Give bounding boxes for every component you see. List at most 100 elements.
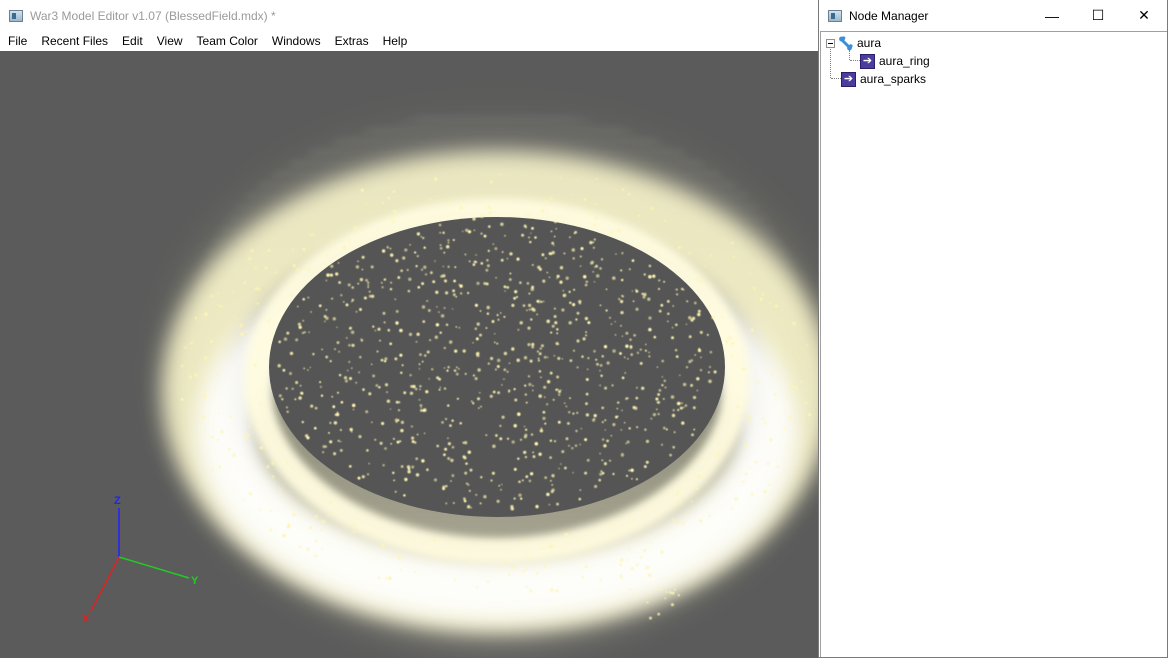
spark-particle — [454, 266, 457, 269]
spark-particle — [336, 326, 338, 329]
spark-particle — [647, 297, 651, 301]
spark-particle — [259, 446, 264, 450]
spark-particle — [368, 462, 370, 465]
menu-recent-files[interactable]: Recent Files — [34, 31, 115, 51]
spark-particle — [406, 268, 409, 272]
tree-item-label: aura — [857, 36, 882, 50]
node-manager-titlebar[interactable]: Node Manager — ☐ ✕ — [819, 0, 1167, 31]
spark-particle — [519, 321, 523, 325]
spark-particle — [379, 339, 381, 342]
spark-particle — [538, 352, 542, 356]
z-axis-label: Z — [114, 495, 121, 507]
spark-particle — [593, 413, 597, 418]
menu-help[interactable]: Help — [376, 31, 415, 51]
spark-particle — [494, 333, 496, 335]
spark-particle — [329, 501, 333, 505]
spark-particle — [310, 311, 312, 313]
maximize-button[interactable]: ☐ — [1075, 0, 1121, 31]
spark-particle — [652, 412, 657, 417]
spark-particle — [503, 285, 507, 289]
spark-particle — [306, 547, 310, 551]
spark-particle — [657, 393, 661, 396]
spark-particle — [522, 570, 525, 573]
spark-particle — [477, 368, 481, 372]
app-icon — [9, 9, 23, 22]
spark-particle — [399, 440, 402, 443]
spark-particle — [632, 593, 635, 596]
spark-particle — [501, 384, 503, 386]
node-tree[interactable]: aura ➔ aura_ring ➔ aura_sparks — [820, 31, 1167, 657]
spark-particle — [661, 376, 664, 378]
spark-particle — [475, 337, 479, 341]
spark-particle — [351, 298, 355, 302]
spark-particle — [562, 290, 565, 292]
spark-particle — [513, 424, 517, 428]
main-titlebar[interactable]: War3 Model Editor v1.07 (BlessedField.md… — [0, 0, 818, 31]
menu-edit[interactable]: Edit — [115, 31, 150, 51]
spark-particle — [532, 455, 536, 459]
spark-particle — [559, 266, 564, 270]
spark-particle — [304, 434, 309, 438]
minimize-button[interactable]: — — [1029, 0, 1075, 31]
spark-particle — [630, 567, 634, 570]
spark-particle — [629, 588, 631, 591]
spark-particle — [389, 287, 393, 291]
spark-particle — [472, 402, 475, 405]
spark-particle — [330, 264, 334, 268]
spark-particle — [323, 262, 326, 266]
spark-particle — [545, 200, 549, 204]
spark-particle — [586, 368, 589, 371]
spark-particle — [301, 331, 305, 335]
spark-particle — [474, 377, 478, 381]
spark-particle — [278, 394, 282, 398]
spark-particle — [395, 400, 399, 404]
spark-particle — [400, 371, 403, 375]
spark-particle — [479, 310, 482, 312]
spark-particle — [254, 286, 259, 291]
spark-particle — [485, 327, 488, 329]
tree-item-aura-ring[interactable]: ➔ aura_ring — [860, 52, 930, 70]
spark-particle — [269, 510, 272, 513]
spark-particle — [624, 372, 626, 374]
spark-particle — [736, 404, 740, 408]
spark-particle — [332, 405, 336, 409]
spark-particle — [530, 307, 535, 311]
spark-particle — [564, 532, 568, 537]
menu-team-color[interactable]: Team Color — [190, 31, 265, 51]
spark-particle — [428, 378, 430, 380]
close-button[interactable]: ✕ — [1121, 0, 1167, 31]
tree-item-aura-sparks[interactable]: ➔ aura_sparks — [841, 70, 926, 88]
spark-particle — [625, 397, 628, 400]
spark-particle — [439, 246, 443, 250]
spark-particle — [436, 306, 438, 308]
spark-particle — [531, 264, 534, 266]
collapse-toggle-icon[interactable] — [826, 38, 835, 48]
tree-item-aura[interactable]: aura — [826, 34, 881, 52]
menu-view[interactable]: View — [150, 31, 190, 51]
menu-extras[interactable]: Extras — [328, 31, 376, 51]
spark-particle — [352, 530, 356, 533]
spark-particle — [194, 317, 198, 320]
spark-particle — [447, 365, 450, 369]
spark-particle — [361, 475, 365, 479]
spark-particle — [472, 342, 474, 344]
spark-particle — [456, 397, 459, 400]
spark-particle — [579, 265, 582, 268]
3d-viewport[interactable]: Z Y X — [0, 51, 818, 658]
spark-particle — [349, 427, 353, 432]
spark-particle — [446, 204, 449, 207]
spark-particle — [525, 401, 528, 404]
spark-particle — [281, 398, 284, 401]
spark-particle — [389, 408, 392, 410]
spark-particle — [400, 465, 404, 468]
spark-particle — [274, 271, 278, 274]
spark-particle — [593, 484, 598, 489]
menu-windows[interactable]: Windows — [265, 31, 328, 51]
spark-particle — [503, 368, 507, 372]
menu-file[interactable]: File — [0, 31, 34, 51]
spark-particle — [609, 459, 611, 462]
spark-particle — [412, 537, 415, 540]
spark-particle — [363, 296, 367, 300]
spark-particle — [367, 281, 370, 284]
spark-particle — [620, 576, 623, 579]
